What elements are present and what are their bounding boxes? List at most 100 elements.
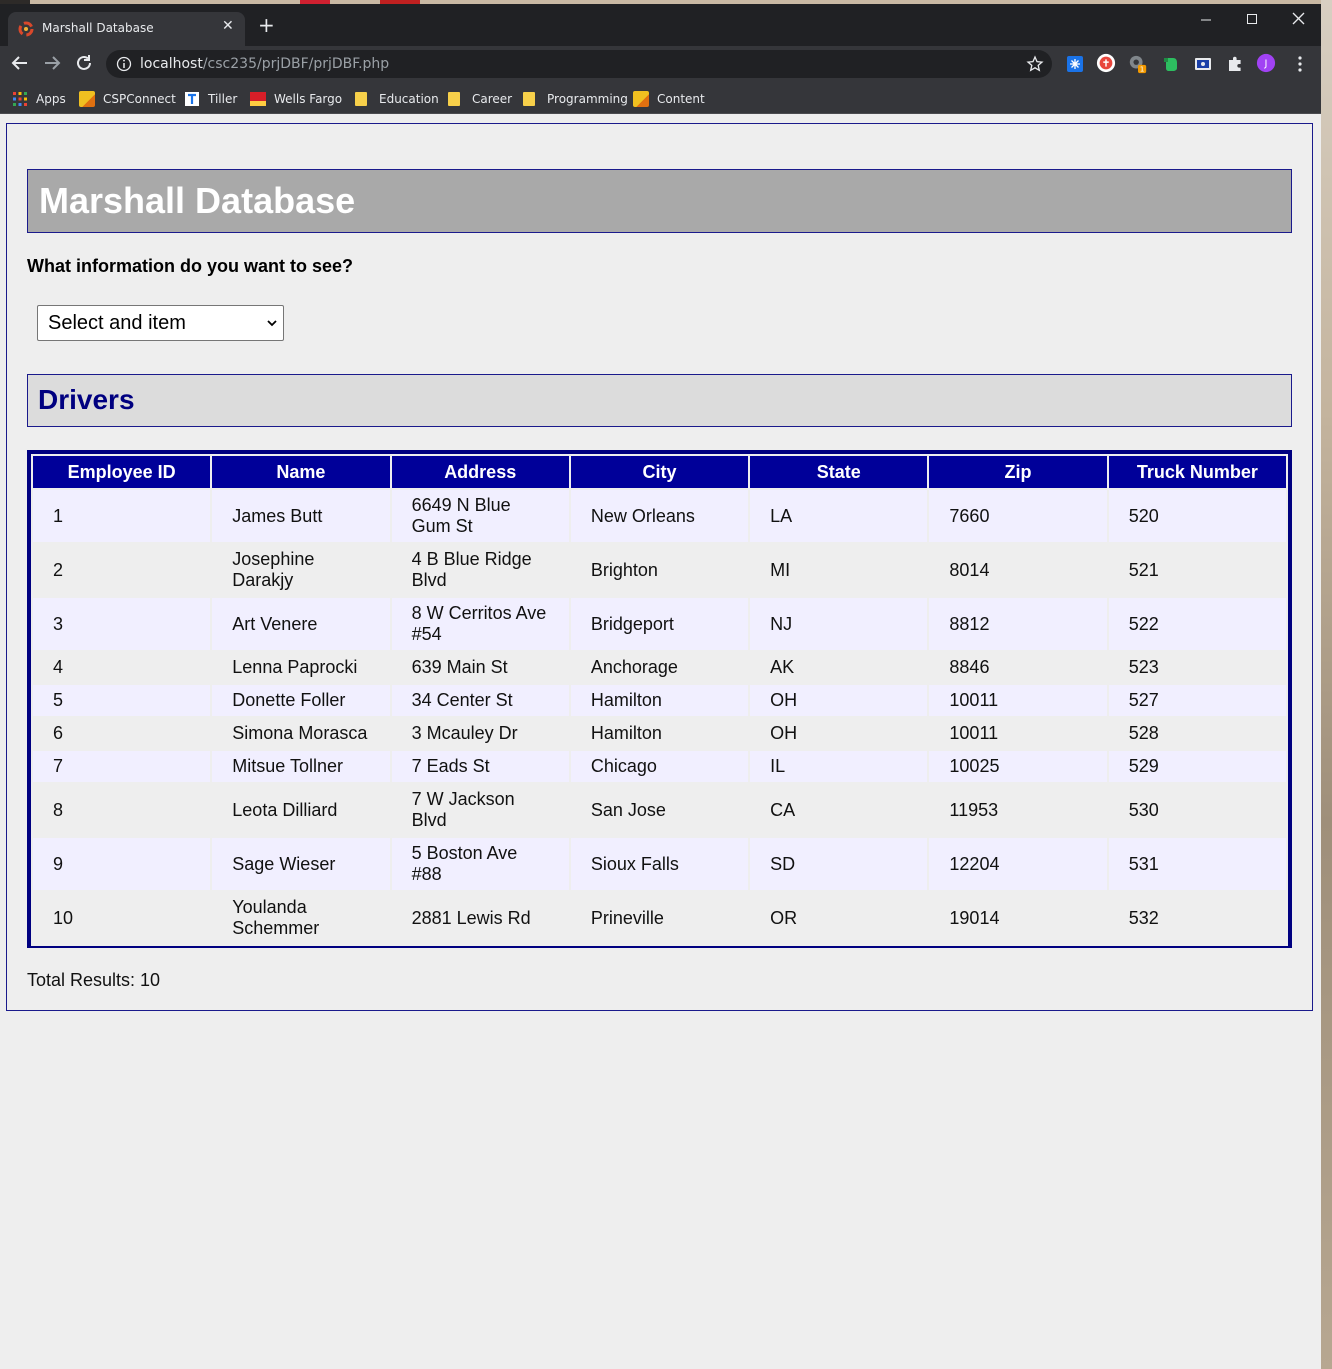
bookmark-star-icon[interactable] [1026,55,1044,73]
table-cell: 11953 [929,784,1107,836]
table-cell: OH [750,685,928,716]
table-cell: 8812 [929,598,1107,650]
table-cell: 10025 [929,751,1107,782]
back-arrow-icon[interactable] [9,52,31,74]
bookmark-wells-fargo[interactable]: Wells Fargo [250,90,342,108]
table-row: 9 Sage Wieser 5 Boston Ave #88 Sioux Falls S… [33,838,1286,890]
table-cell: 639 Main St [391,652,569,683]
address-bar[interactable]: localhost/csc235/prjDBF/prjDBF.php [106,50,1052,78]
bookmark-content[interactable]: Content [633,90,705,108]
browser-tab[interactable]: Marshall Database ✕ [8,12,245,46]
table-cell: 2 [33,544,211,596]
item-select[interactable]: Select and item [37,305,284,341]
page-title: Marshall Database [39,180,356,221]
table-cell: 5 Boston Ave #88 [391,838,569,890]
page-container: Marshall Database What information do yo… [6,123,1313,1011]
table-cell: 10011 [929,718,1107,749]
browser-toolbar: localhost/csc235/prjDBF/prjDBF.php 1 J [0,46,1321,82]
table-cell: 523 [1108,652,1286,683]
table-cell: 7 [33,751,211,782]
table-row: 10 Youlanda Schemmer 2881 Lewis Rd Prinevil… [33,892,1286,944]
table-cell: James Butt [212,490,390,542]
table-cell: 2881 Lewis Rd [391,892,569,944]
extension-red-circle-icon[interactable] [1096,53,1116,73]
section-banner: Drivers [27,374,1292,427]
extensions-puzzle-icon[interactable] [1225,54,1245,74]
header-banner: Marshall Database [27,169,1292,233]
table-cell: 6 [33,718,211,749]
table-cell: Art Venere [212,598,390,650]
column-header: Truck Number [1108,456,1286,488]
svg-text:1: 1 [1140,65,1145,74]
table-row: 4 Lenna Paprocki 639 Main St Anchorage AK 884… [33,652,1286,683]
extension-screen-icon[interactable] [1193,54,1213,74]
bookmark-label: Content [657,92,705,106]
table-cell: 4 [33,652,211,683]
profile-initial: J [1264,59,1268,70]
column-header: Zip [929,456,1107,488]
close-tab-icon[interactable]: ✕ [222,18,234,34]
table-cell: Chicago [570,751,749,782]
drivers-table: Employee ID Name Address City State Zip … [31,454,1288,946]
pencil-icon [79,91,95,107]
bookmark-folder-programming[interactable]: Programming [523,90,628,108]
table-cell: 19014 [929,892,1107,944]
table-cell: 8 [33,784,211,836]
url-text: localhost/csc235/prjDBF/prjDBF.php [140,56,389,72]
section-title: Drivers [38,384,135,415]
table-cell: New Orleans [570,490,749,542]
bookmark-label: Programming [547,92,628,106]
extension-snowflake-icon[interactable] [1065,54,1085,74]
table-cell: Simona Morasca [212,718,390,749]
table-cell: NJ [750,598,928,650]
table-cell: San Jose [570,784,749,836]
table-cell: Mitsue Tollner [212,751,390,782]
table-cell: 10011 [929,685,1107,716]
table-row: 2 Josephine Darakjy 4 B Blue Ridge Blvd Bri… [33,544,1286,596]
new-tab-button[interactable]: + [258,15,275,35]
table-row: 8 Leota Dilliard 7 W Jackson Blvd San Jose C… [33,784,1286,836]
maximize-icon[interactable] [1246,13,1258,25]
table-cell: Leota Dilliard [212,784,390,836]
folder-icon [448,92,460,106]
table-cell: Brighton [570,544,749,596]
bookmark-apps[interactable]: Apps [12,90,66,108]
minimize-icon[interactable] [1200,14,1212,26]
info-icon[interactable] [116,56,132,72]
table-cell: 521 [1108,544,1286,596]
column-header: Name [212,456,390,488]
evernote-icon[interactable] [1161,54,1181,74]
column-header: Address [391,456,569,488]
table-cell: Donette Foller [212,685,390,716]
profile-avatar[interactable]: J [1256,53,1276,73]
extension-badge-icon[interactable]: 1 [1128,54,1148,74]
page-content: Marshall Database What information do yo… [0,115,1321,1369]
desktop-background-right [1321,0,1332,1369]
reload-icon[interactable] [73,52,95,74]
column-header: Employee ID [33,456,211,488]
tiller-icon [185,92,199,106]
table-row: 1 James Butt 6649 N Blue Gum St New Orleans… [33,490,1286,542]
favicon-icon [18,21,34,37]
bookmark-folder-education[interactable]: Education [355,90,439,108]
table-cell: 520 [1108,490,1286,542]
bookmark-tiller[interactable]: Tiller [184,90,237,108]
table-cell: Youlanda Schemmer [212,892,390,944]
table-cell: Bridgeport [570,598,749,650]
table-cell: 9 [33,838,211,890]
forward-arrow-icon[interactable] [41,52,63,74]
table-cell: 34 Center St [391,685,569,716]
tab-title: Marshall Database [42,21,154,35]
menu-kebab-icon[interactable] [1290,54,1310,74]
table-cell: 8014 [929,544,1107,596]
bookmark-folder-career[interactable]: Career [448,90,512,108]
table-cell: 10 [33,892,211,944]
folder-icon [355,92,367,106]
apps-grid-icon [13,92,27,106]
table-cell: 531 [1108,838,1286,890]
table-cell: 4 B Blue Ridge Blvd [391,544,569,596]
bookmark-cspconnect[interactable]: CSPConnect [79,90,176,108]
pencil-icon [633,91,649,107]
close-window-icon[interactable] [1292,12,1305,25]
table-cell: 7 W Jackson Blvd [391,784,569,836]
